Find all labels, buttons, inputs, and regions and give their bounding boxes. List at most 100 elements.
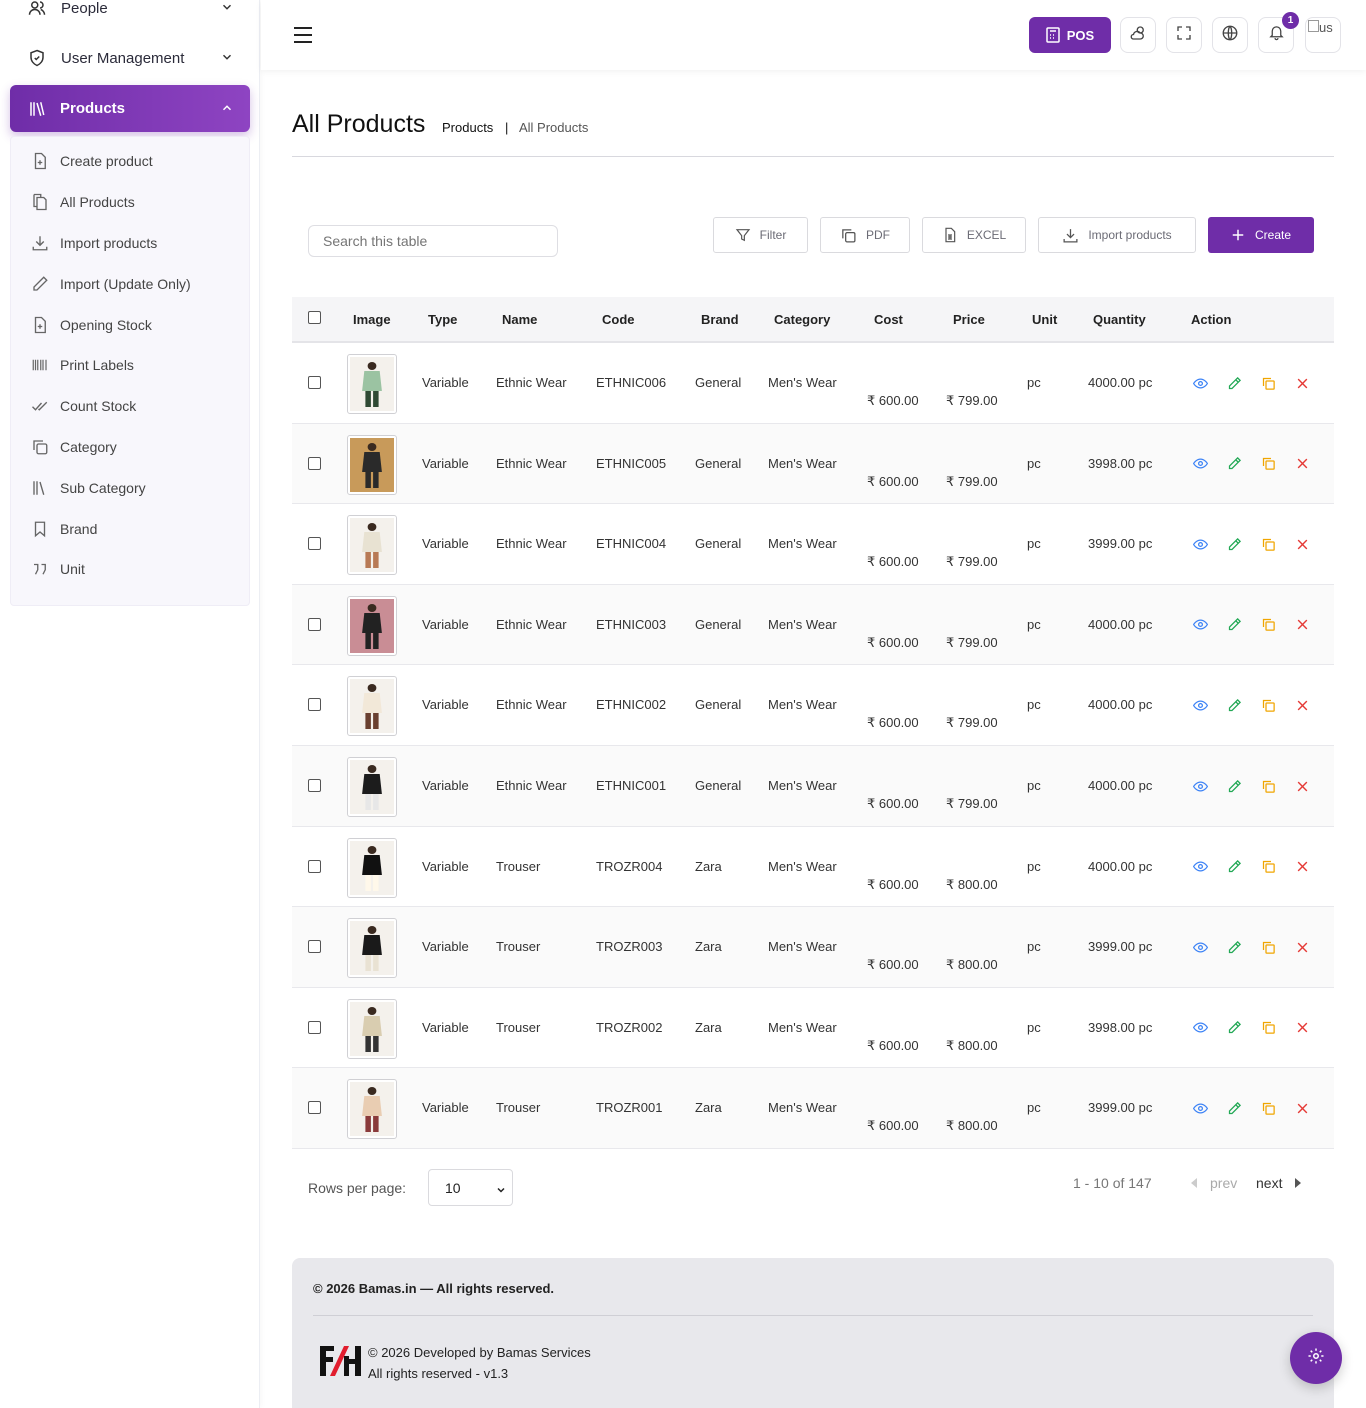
product-image <box>347 434 397 495</box>
menu-icon[interactable] <box>293 25 313 45</box>
language-button[interactable] <box>1212 17 1248 53</box>
view-button[interactable] <box>1187 934 1213 960</box>
sidebar-item-user-management[interactable]: User Management <box>10 36 250 80</box>
row-checkbox[interactable] <box>308 698 321 712</box>
row-checkbox[interactable] <box>308 1020 321 1034</box>
import-label: Import products <box>1088 228 1172 242</box>
row-checkbox[interactable] <box>308 617 321 631</box>
edit-button[interactable] <box>1221 1015 1247 1041</box>
sidebar-item-sub-category[interactable]: Sub Category <box>11 467 249 508</box>
edit-button[interactable] <box>1221 773 1247 799</box>
delete-button[interactable] <box>1289 1015 1315 1041</box>
sidebar-item-people[interactable]: People <box>10 0 250 30</box>
column-header-code[interactable]: Code <box>602 312 635 327</box>
column-header-price[interactable]: Price <box>953 312 985 327</box>
sidebar-item-print-labels[interactable]: Print Labels <box>11 345 249 386</box>
column-header-quantity[interactable]: Quantity <box>1093 312 1146 327</box>
row-checkbox[interactable] <box>308 940 321 954</box>
row-checkbox[interactable] <box>308 537 321 551</box>
sidebar-item-opening-stock[interactable]: Opening Stock <box>11 304 249 345</box>
sidebar-item-create-product[interactable]: Create product <box>11 141 249 182</box>
delete-button[interactable] <box>1289 1095 1315 1121</box>
delete-button[interactable] <box>1289 692 1315 718</box>
avatar[interactable]: us <box>1305 17 1341 53</box>
filter-button[interactable]: Filter <box>713 217 808 253</box>
delete-button[interactable] <box>1289 773 1315 799</box>
delete-button[interactable] <box>1289 612 1315 638</box>
delete-button[interactable] <box>1289 370 1315 396</box>
column-header-name[interactable]: Name <box>502 312 537 327</box>
duplicate-button[interactable] <box>1255 1095 1281 1121</box>
view-button[interactable] <box>1187 370 1213 396</box>
view-button[interactable] <box>1187 451 1213 477</box>
cell-type: Variable <box>422 697 469 713</box>
duplicate-button[interactable] <box>1255 612 1281 638</box>
delete-button[interactable] <box>1289 531 1315 557</box>
create-button[interactable]: Create <box>1208 217 1314 253</box>
theme-toggle-button[interactable] <box>1120 17 1156 53</box>
duplicate-button[interactable] <box>1255 451 1281 477</box>
pdf-button[interactable]: PDF <box>820 217 910 253</box>
row-checkbox[interactable] <box>308 456 321 470</box>
eye-icon <box>1192 376 1208 391</box>
view-button[interactable] <box>1187 854 1213 880</box>
view-button[interactable] <box>1187 773 1213 799</box>
column-header-image[interactable]: Image <box>353 312 391 327</box>
edit-button[interactable] <box>1221 612 1247 638</box>
close-icon <box>1296 941 1309 954</box>
next-button[interactable]: next <box>1256 1175 1302 1191</box>
search-input[interactable] <box>308 225 558 257</box>
edit-button[interactable] <box>1221 1095 1247 1121</box>
delete-button[interactable] <box>1289 934 1315 960</box>
close-icon <box>1296 780 1309 793</box>
duplicate-button[interactable] <box>1255 370 1281 396</box>
view-button[interactable] <box>1187 692 1213 718</box>
delete-button[interactable] <box>1289 451 1315 477</box>
fullscreen-button[interactable] <box>1166 17 1202 53</box>
view-button[interactable] <box>1187 1095 1213 1121</box>
sidebar-item-brand[interactable]: Brand <box>11 508 249 549</box>
duplicate-button[interactable] <box>1255 773 1281 799</box>
sidebar-item-products[interactable]: Products <box>10 85 250 132</box>
sidebar-item-import-update[interactable]: Import (Update Only) <box>11 263 249 304</box>
settings-fab[interactable] <box>1290 1332 1342 1384</box>
column-header-brand[interactable]: Brand <box>701 312 739 327</box>
prev-button[interactable]: prev <box>1190 1175 1237 1191</box>
edit-button[interactable] <box>1221 451 1247 477</box>
notifications-button[interactable]: 1 <box>1258 12 1299 53</box>
breadcrumb-products[interactable]: Products <box>442 120 493 135</box>
view-button[interactable] <box>1187 531 1213 557</box>
duplicate-button[interactable] <box>1255 531 1281 557</box>
duplicate-button[interactable] <box>1255 692 1281 718</box>
delete-button[interactable] <box>1289 854 1315 880</box>
duplicate-button[interactable] <box>1255 934 1281 960</box>
column-header-unit[interactable]: Unit <box>1032 312 1057 327</box>
row-checkbox[interactable] <box>308 779 321 792</box>
rows-per-page-select[interactable]: 10 <box>428 1169 513 1206</box>
view-button[interactable] <box>1187 612 1213 638</box>
edit-button[interactable] <box>1221 934 1247 960</box>
duplicate-button[interactable] <box>1255 1015 1281 1041</box>
sidebar-item-unit[interactable]: Unit <box>11 549 249 590</box>
sidebar-item-import-products[interactable]: Import products <box>11 223 249 264</box>
row-checkbox[interactable] <box>308 859 321 873</box>
sidebar-item-count-stock[interactable]: Count Stock <box>11 386 249 427</box>
column-header-cost[interactable]: Cost <box>874 312 903 327</box>
edit-button[interactable] <box>1221 531 1247 557</box>
row-checkbox[interactable] <box>308 1101 321 1115</box>
duplicate-button[interactable] <box>1255 854 1281 880</box>
edit-button[interactable] <box>1221 854 1247 880</box>
edit-button[interactable] <box>1221 370 1247 396</box>
edit-button[interactable] <box>1221 692 1247 718</box>
import-products-button[interactable]: Import products <box>1038 217 1196 253</box>
sidebar-item-category[interactable]: Category <box>11 427 249 468</box>
select-all-checkbox[interactable] <box>308 311 321 324</box>
row-checkbox[interactable] <box>308 376 321 389</box>
sidebar-item-all-products[interactable]: All Products <box>11 182 249 223</box>
excel-button[interactable]: EXCEL <box>922 217 1026 253</box>
sidebar-item-label: Import products <box>60 234 158 251</box>
column-header-category[interactable]: Category <box>774 312 830 327</box>
pos-button[interactable]: POS <box>1029 17 1111 53</box>
view-button[interactable] <box>1187 1015 1213 1041</box>
column-header-type[interactable]: Type <box>428 312 457 327</box>
